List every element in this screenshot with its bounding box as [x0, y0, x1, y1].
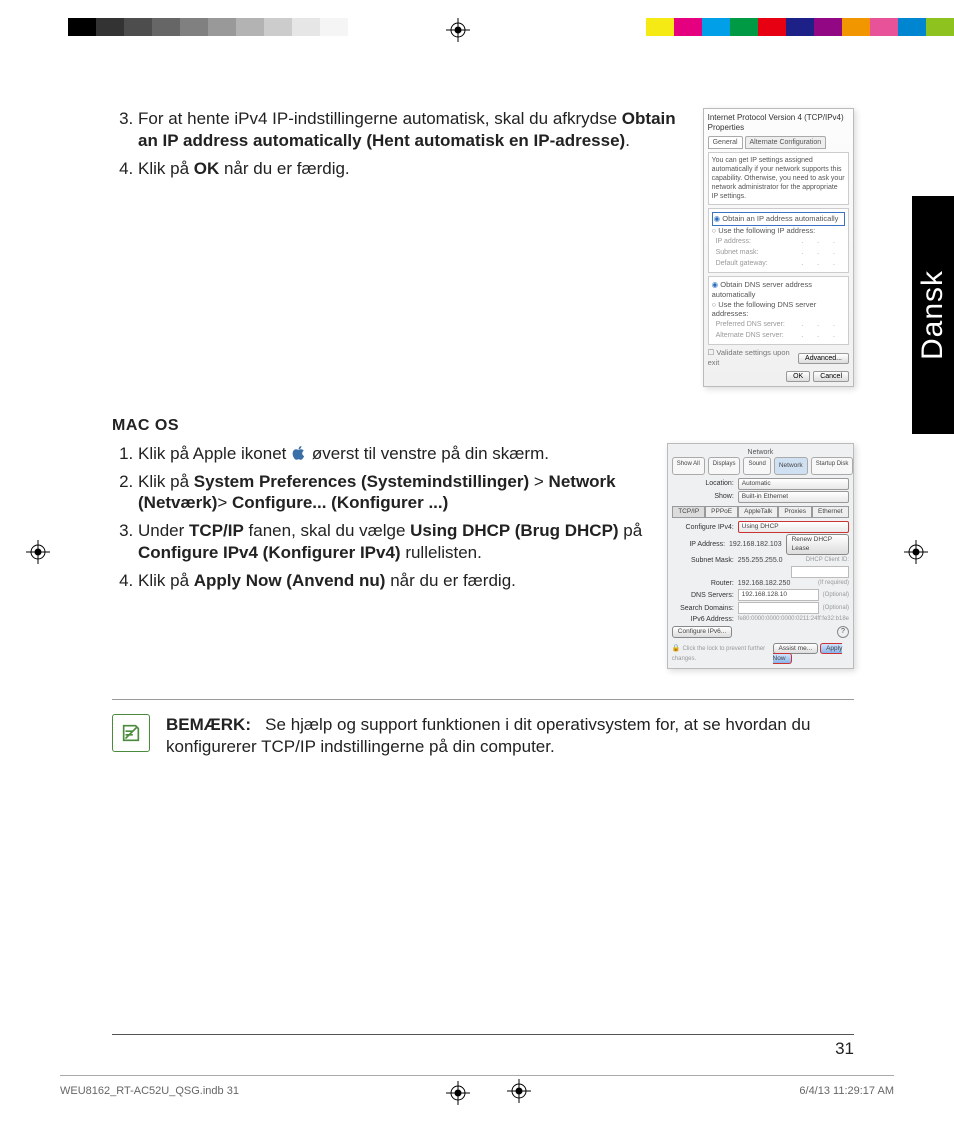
language-tab: Dansk	[912, 196, 954, 434]
location-select[interactable]: Automatic	[738, 478, 849, 490]
field-ip-address: IP address:. . .	[712, 236, 845, 247]
tab-tcpip[interactable]: TCP/IP	[672, 506, 705, 518]
tab-appletalk[interactable]: AppleTalk	[738, 506, 778, 518]
ok-button[interactable]: OK	[786, 371, 810, 382]
router-value: 192.168.182.250	[738, 579, 814, 588]
note-block: BEMÆRK: Se hjælp og support funktionen i…	[112, 699, 854, 760]
tb-network[interactable]: Network	[774, 457, 808, 475]
mac-step-1: Klik på Apple ikonet øverst til venstre …	[138, 443, 653, 465]
checkbox-validate[interactable]: Validate settings upon exit	[708, 348, 798, 368]
tab-alternate[interactable]: Alternate Configuration	[745, 136, 827, 149]
registration-mark-icon	[904, 540, 928, 564]
note-icon	[112, 714, 150, 752]
dns-input[interactable]: 192.168.128.10	[738, 589, 819, 601]
print-file-label: WEU8162_RT-AC52U_QSG.indb 31	[60, 1085, 239, 1097]
tab-pppoe[interactable]: PPPoE	[705, 506, 738, 518]
ip-value: 192.168.182.103	[729, 540, 782, 549]
instructions-block-1: For at hente iPv4 IP-indstillingerne aut…	[112, 108, 689, 387]
instructions-block-mac: Klik på Apple ikonet øverst til venstre …	[112, 443, 653, 669]
radio-obtain-dns-auto[interactable]: Obtain DNS server address automatically	[712, 280, 845, 300]
apple-icon	[291, 445, 307, 461]
tab-general[interactable]: General	[708, 136, 743, 149]
help-icon[interactable]: ?	[837, 626, 849, 638]
field-preferred-dns: Preferred DNS server:. . .	[712, 319, 845, 330]
radio-use-dns[interactable]: Use the following DNS server addresses:	[712, 300, 845, 320]
dialog-message: You can get IP settings assigned automat…	[708, 152, 849, 205]
tab-proxies[interactable]: Proxies	[778, 506, 812, 518]
tb-startup[interactable]: Startup Disk	[811, 457, 854, 475]
language-label: Dansk	[916, 270, 950, 360]
colorbar-right	[646, 18, 954, 36]
mac-title: Network	[672, 448, 849, 457]
page-content: For at hente iPv4 IP-indstillingerne aut…	[112, 108, 854, 759]
configure-ipv6-button[interactable]: Configure IPv6...	[672, 626, 732, 638]
radio-use-ip[interactable]: Use the following IP address:	[712, 226, 845, 236]
tab-ethernet[interactable]: Ethernet	[812, 506, 849, 518]
field-subnet-mask: Subnet mask:. . .	[712, 247, 845, 258]
ipv6-value: fe80:0000:0000:0000:0211:24ff:fe32:b18e	[738, 616, 849, 624]
note-text: BEMÆRK: Se hjælp og support funktionen i…	[166, 714, 854, 760]
windows-ipv4-dialog: Internet Protocol Version 4 (TCP/IPv4) P…	[703, 108, 854, 387]
configure-ipv4-select[interactable]: Using DHCP	[738, 521, 849, 533]
step-4: Klik på OK når du er færdig.	[138, 158, 689, 180]
dhcp-client-id-input[interactable]	[791, 566, 849, 578]
macos-network-dialog: Network Show All Displays Sound Network …	[667, 443, 854, 669]
advanced-button[interactable]: Advanced...	[798, 353, 849, 364]
macos-heading: MAC OS	[112, 417, 854, 435]
print-footer: WEU8162_RT-AC52U_QSG.indb 31 6/4/13 11:2…	[60, 1075, 894, 1103]
show-select[interactable]: Built-in Ethernet	[738, 491, 849, 503]
subnet-value: 255.255.255.0	[738, 556, 802, 565]
mac-step-2: Klik på System Preferences (Systemindsti…	[138, 471, 653, 515]
radio-obtain-ip-auto[interactable]: Obtain an IP address automatically	[712, 212, 845, 226]
dialog-title: Internet Protocol Version 4 (TCP/IPv4) P…	[708, 113, 849, 134]
search-domains-input[interactable]	[738, 602, 819, 614]
page-number: 31	[835, 1039, 854, 1058]
tb-sound[interactable]: Sound	[743, 457, 770, 475]
colorbar-left	[68, 18, 376, 36]
registration-mark-icon	[26, 540, 50, 564]
mac-step-3: Under TCP/IP fanen, skal du vælge Using …	[138, 520, 653, 564]
lock-icon[interactable]: 🔒 Click the lock to prevent further chan…	[672, 644, 773, 664]
mac-toolbar: Show All Displays Sound Network Startup …	[672, 457, 849, 475]
registration-mark-icon	[446, 18, 470, 42]
field-default-gateway: Default gateway:. . .	[712, 258, 845, 269]
tb-displays[interactable]: Displays	[708, 457, 741, 475]
mac-step-4: Klik på Apply Now (Anvend nu) når du er …	[138, 570, 653, 592]
print-timestamp: 6/4/13 11:29:17 AM	[799, 1085, 894, 1097]
renew-dhcp-button[interactable]: Renew DHCP Lease	[786, 534, 849, 555]
tb-showall[interactable]: Show All	[672, 457, 705, 475]
page-footer: 31	[112, 1034, 854, 1059]
step-3: For at hente iPv4 IP-indstillingerne aut…	[138, 108, 689, 152]
cancel-button[interactable]: Cancel	[813, 371, 849, 382]
field-alternate-dns: Alternate DNS server:. . .	[712, 330, 845, 341]
